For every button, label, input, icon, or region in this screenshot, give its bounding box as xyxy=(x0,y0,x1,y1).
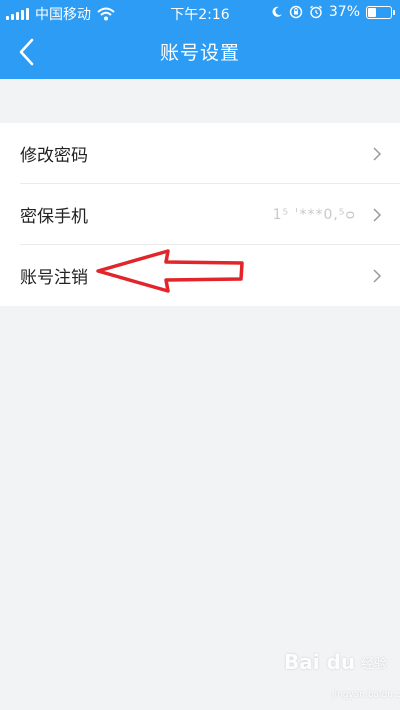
battery-percent: 37% xyxy=(328,4,360,20)
rotation-lock-icon xyxy=(289,5,303,19)
arrow-left-icon xyxy=(96,249,244,293)
nav-bar: 账号设置 xyxy=(0,26,400,79)
status-right: 37% xyxy=(271,4,395,20)
settings-item-label: 账号注销 xyxy=(20,268,88,288)
alarm-icon xyxy=(309,5,322,19)
battery-level xyxy=(368,7,377,17)
status-bar: 中国移动 下午2:16 37% xyxy=(0,0,400,26)
settings-item-security-phone[interactable]: 密保手机 1⁵ ˈ***0,⁵ᴑ xyxy=(0,184,400,245)
chevron-right-icon xyxy=(373,208,382,222)
chevron-right-icon xyxy=(373,147,382,161)
settings-item-label: 密保手机 xyxy=(20,207,88,227)
watermark: Bai du 经验 xyxy=(284,650,387,674)
settings-item-change-password[interactable]: 修改密码 xyxy=(0,123,400,184)
page-title: 账号设置 xyxy=(159,42,240,64)
chevron-right-icon xyxy=(373,269,382,283)
watermark-sub: 经验 xyxy=(361,656,388,672)
settings-item-value: 1⁵ ˈ***0,⁵ᴑ xyxy=(272,206,356,223)
watermark-brand: Bai du xyxy=(284,650,356,674)
moon-icon xyxy=(272,6,282,17)
watermark-url: jingyan.baidu.com xyxy=(332,690,400,700)
battery-icon xyxy=(366,5,395,19)
header-bar: 中国移动 下午2:16 37% 账号设置 xyxy=(0,0,400,79)
settings-item-label: 修改密码 xyxy=(20,146,88,166)
